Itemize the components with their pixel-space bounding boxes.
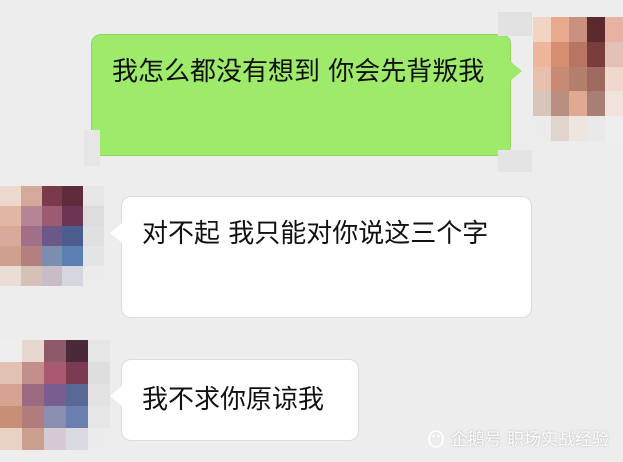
avatar-pixel	[569, 17, 587, 42]
avatar-pixel	[66, 362, 88, 384]
avatar-pixel	[41, 186, 63, 206]
avatar-pixel	[0, 186, 21, 206]
avatar-pixel	[0, 428, 22, 450]
avatar-pixel	[587, 116, 605, 141]
avatar-pixel	[88, 428, 110, 450]
avatar-pixel	[0, 340, 22, 362]
avatar-pixel	[83, 206, 104, 226]
self-avatar[interactable]	[533, 17, 623, 141]
sent-message-bubble[interactable]: 我怎么都没有想到 你会先背叛我	[91, 34, 522, 156]
avatar-pixel	[62, 226, 84, 246]
avatar-pixel	[66, 406, 88, 428]
avatar-pixel	[569, 66, 587, 92]
avatar-pixel	[551, 41, 569, 67]
avatar-pixel	[587, 91, 605, 117]
avatar-pixel	[44, 428, 66, 450]
avatar-pixel	[551, 17, 569, 42]
avatar-pixel	[41, 246, 63, 266]
watermark-text: 企鹅号 职场实战经验	[450, 430, 609, 450]
avatar-pixel	[22, 384, 44, 406]
bubble-tail	[510, 61, 522, 81]
avatar-pixel	[88, 340, 110, 362]
avatar-pixel	[533, 66, 551, 92]
avatar-pixel	[22, 428, 44, 450]
avatar-pixel	[533, 91, 551, 117]
avatar-pixel	[0, 246, 21, 266]
avatar-pixel	[587, 41, 605, 67]
avatar-pixel	[83, 266, 104, 286]
avatar-pixel	[0, 266, 21, 286]
avatar-pixel	[62, 246, 84, 266]
avatar-pixel	[62, 186, 84, 206]
avatar-pixel	[605, 41, 623, 67]
avatar-pixel	[533, 17, 551, 42]
avatar-pixel	[587, 66, 605, 92]
avatar-pixel	[62, 266, 84, 286]
avatar-pixel	[605, 116, 623, 141]
avatar-pixel	[66, 428, 88, 450]
avatar-pixel	[44, 384, 66, 406]
avatar-pixel	[20, 226, 42, 246]
avatar-pixel	[83, 246, 104, 266]
avatar-pixel	[551, 66, 569, 92]
avatar-pixel	[0, 362, 22, 384]
avatar-pixel	[44, 362, 66, 384]
contact-avatar[interactable]	[0, 186, 104, 286]
avatar-pixel	[44, 406, 66, 428]
contact-avatar[interactable]	[0, 340, 110, 450]
avatar-pixel	[41, 206, 63, 226]
avatar-pixel	[20, 206, 42, 226]
message-text: 我不求你原谅我	[142, 385, 325, 415]
received-message-bubble[interactable]: 对不起 我只能对你说这三个字	[110, 196, 532, 318]
blur-patch	[498, 150, 532, 172]
avatar-pixel	[0, 384, 22, 406]
message-text: 我怎么都没有想到 你会先背叛我	[112, 57, 485, 87]
avatar-pixel	[20, 266, 42, 286]
avatar-pixel	[569, 91, 587, 117]
bubble-tail	[110, 223, 122, 243]
avatar-pixel	[88, 384, 110, 406]
penguin-icon	[427, 429, 444, 448]
received-message-bubble[interactable]: 我不求你原谅我	[110, 359, 359, 441]
avatar-pixel	[0, 406, 22, 428]
avatar-pixel	[533, 41, 551, 67]
blur-patch	[498, 12, 532, 36]
avatar-pixel	[605, 91, 623, 117]
avatar-pixel	[83, 186, 104, 206]
avatar-pixel	[41, 226, 63, 246]
avatar-pixel	[569, 41, 587, 67]
avatar-pixel	[20, 246, 42, 266]
avatar-pixel	[551, 116, 569, 141]
avatar-pixel	[569, 116, 587, 141]
avatar-pixel	[83, 226, 104, 246]
avatar-pixel	[533, 116, 551, 141]
avatar-pixel	[605, 66, 623, 92]
avatar-pixel	[605, 17, 623, 42]
avatar-pixel	[20, 186, 42, 206]
avatar-pixel	[587, 17, 605, 42]
avatar-pixel	[0, 226, 21, 246]
avatar-pixel	[41, 266, 63, 286]
avatar-pixel	[22, 362, 44, 384]
avatar-pixel	[88, 362, 110, 384]
avatar-pixel	[44, 340, 66, 362]
watermark: 企鹅号 职场实战经验	[427, 425, 609, 450]
avatar-pixel	[22, 406, 44, 428]
avatar-pixel	[22, 340, 44, 362]
avatar-pixel	[66, 340, 88, 362]
avatar-pixel	[551, 91, 569, 117]
bubble-tail	[110, 386, 122, 406]
avatar-pixel	[0, 206, 21, 226]
blur-patch	[84, 130, 100, 166]
avatar-pixel	[66, 384, 88, 406]
avatar-pixel	[62, 206, 84, 226]
avatar-pixel	[88, 406, 110, 428]
message-text: 对不起 我只能对你说这三个字	[142, 219, 489, 249]
